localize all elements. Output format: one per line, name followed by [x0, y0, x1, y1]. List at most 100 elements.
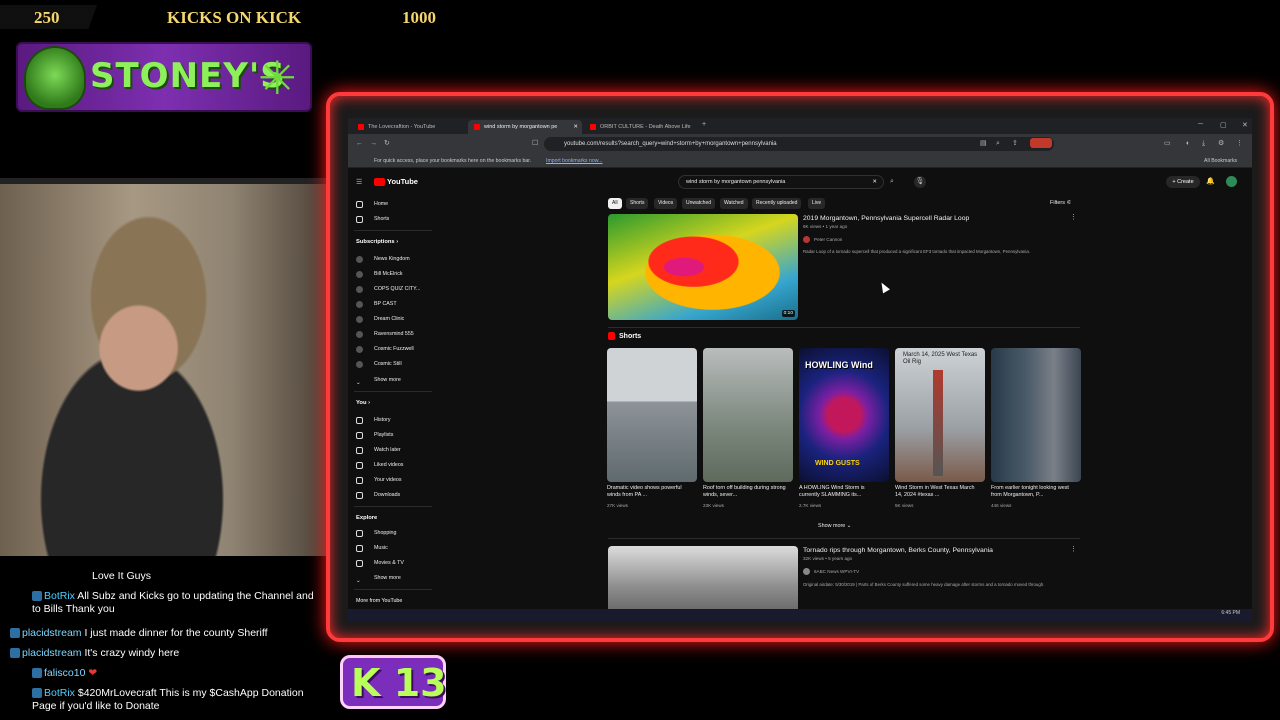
sidebar-item-shorts[interactable]: Shorts: [356, 213, 389, 225]
sidebar-item-movies[interactable]: Movies & TV: [356, 557, 404, 569]
short-title[interactable]: From earlier tonight looking west from M…: [991, 485, 1075, 499]
create-button[interactable]: + Create: [1166, 176, 1200, 188]
sidebar-item-playlists[interactable]: Playlists: [356, 429, 393, 441]
sidebar-item-music[interactable]: Music: [356, 542, 388, 554]
search-icon[interactable]: ⌕: [890, 177, 894, 187]
short-thumbnail[interactable]: HOWLING Wind WIND GUSTS: [799, 348, 889, 482]
bookmark-icon[interactable]: ☐: [532, 139, 538, 149]
close-tab-icon[interactable]: ✕: [573, 120, 578, 134]
microphone-icon[interactable]: 🎙: [914, 176, 926, 188]
subscription-item[interactable]: COPS QUIZ CITY...: [356, 283, 420, 295]
avatar[interactable]: [1226, 176, 1237, 187]
playlists-icon: [356, 432, 363, 439]
chip-live[interactable]: Live: [808, 198, 826, 209]
video-title[interactable]: 2019 Morgantown, Pennsylvania Supercell …: [803, 215, 969, 222]
browser-tab[interactable]: The Lovecraftion - YouTube: [352, 120, 466, 134]
video-thumbnail[interactable]: 0:10: [608, 214, 798, 320]
minimize-icon[interactable]: ─: [1198, 121, 1203, 128]
subscription-item[interactable]: Dream Clinic: [356, 313, 404, 325]
share-icon[interactable]: ⇪: [1012, 139, 1018, 149]
you-header[interactable]: You ›: [356, 400, 370, 406]
settings-icon[interactable]: ⚙: [1218, 139, 1224, 149]
short-thumbnail[interactable]: [703, 348, 793, 482]
back-icon[interactable]: ←: [356, 139, 363, 149]
shorts-show-more-button[interactable]: Show more ⌄: [818, 523, 851, 529]
chip-all[interactable]: All: [608, 198, 622, 209]
chip-shorts[interactable]: Shorts: [626, 198, 649, 209]
extension-badge-icon[interactable]: [1030, 138, 1052, 148]
sidebar-item-label: Downloads: [374, 492, 401, 498]
sidebar-item-home[interactable]: Home: [356, 198, 388, 210]
maximize-icon[interactable]: ▢: [1220, 121, 1227, 129]
search-input[interactable]: wind storm by morgantown pennsylvania ✕: [678, 175, 884, 189]
chip-unwatched[interactable]: Unwatched: [682, 198, 716, 209]
channel-avatar[interactable]: [803, 236, 810, 243]
more-options-icon[interactable]: ⋮: [1070, 545, 1077, 555]
forward-icon[interactable]: →: [370, 139, 377, 149]
browser-tab-active[interactable]: wind storm by morgantown pe ✕: [468, 120, 582, 134]
channel-avatar[interactable]: [803, 568, 810, 575]
sidebar-item-downloads[interactable]: Downloads: [356, 489, 400, 501]
chip-watched[interactable]: Watched: [720, 198, 748, 209]
video-meta: 6K views • 1 year ago: [803, 224, 848, 229]
sidebar-item-liked-videos[interactable]: Liked videos: [356, 459, 403, 471]
sidebar-item-watch-later[interactable]: Watch later: [356, 444, 401, 456]
menu-icon[interactable]: ⋮: [1236, 139, 1243, 149]
url-input[interactable]: youtube.com/results?search_query=wind+st…: [544, 137, 1054, 151]
subscriptions-header[interactable]: Subscriptions ›: [356, 239, 398, 245]
import-bookmarks-link[interactable]: Import bookmarks now...: [546, 154, 603, 168]
short-title[interactable]: Dramatic video shows powerful winds from…: [607, 485, 691, 499]
sidebar-explore-show-more[interactable]: ⌄ Show more: [356, 572, 401, 584]
short-title[interactable]: A HOWLING Wind Storm is currently SLAMMI…: [799, 485, 883, 499]
sidebar-toggle-icon[interactable]: ▭: [1164, 139, 1171, 149]
close-window-icon[interactable]: ✕: [1242, 121, 1248, 129]
short-thumbnail[interactable]: [607, 348, 697, 482]
filters-button[interactable]: Filters ⚟: [1050, 200, 1071, 206]
chip-recently-uploaded[interactable]: Recently uploaded: [752, 198, 802, 209]
extension-icon[interactable]: ▤: [980, 139, 987, 149]
zoom-icon[interactable]: ⌕: [996, 139, 1000, 149]
chat-message: placidstream It's crazy windy here: [10, 647, 179, 660]
short-thumbnail[interactable]: [991, 348, 1081, 482]
subscription-item[interactable]: Cosmic Still: [356, 358, 402, 370]
short-title[interactable]: Wind Storm in West Texas March 14, 2024 …: [895, 485, 979, 499]
subscription-item[interactable]: Cosmic Fuzzwell: [356, 343, 414, 355]
sidebar-item-history[interactable]: History: [356, 414, 390, 426]
sub-badge-icon: [10, 648, 20, 659]
clear-search-icon[interactable]: ✕: [872, 176, 877, 188]
sidebar-item-your-videos[interactable]: Your videos: [356, 474, 402, 486]
download-icon[interactable]: ⤓: [1202, 139, 1205, 149]
reload-icon[interactable]: ↻: [384, 139, 390, 149]
channel-avatar: [356, 301, 363, 308]
tab-label: ORBIT CULTURE - Death Above Life: [600, 124, 691, 130]
short-title[interactable]: Roof torn off building during strong win…: [703, 485, 787, 499]
history-icon: [356, 417, 363, 424]
subscription-item[interactable]: Ravensmind 555: [356, 328, 414, 340]
sidebar-item-shopping[interactable]: Shopping: [356, 527, 396, 539]
all-bookmarks-button[interactable]: All Bookmarks: [1204, 154, 1237, 168]
hamburger-menu-icon[interactable]: ☰: [356, 178, 362, 188]
channel-name[interactable]: Peter Cannon: [814, 237, 842, 242]
short-overlay-text: March 14, 2025 West Texas Oil Rig: [903, 352, 978, 365]
subscription-item[interactable]: News Kingdom: [356, 253, 410, 265]
sidebar-show-more[interactable]: ⌄ Show more: [356, 374, 401, 386]
tray-clock[interactable]: 6:45 PM: [1221, 610, 1240, 616]
video-description: Original airdate: 5/30/2019 | Parts of B…: [803, 582, 1045, 587]
more-options-icon[interactable]: ⋮: [1070, 213, 1077, 223]
chip-videos[interactable]: Videos: [654, 198, 678, 209]
notifications-icon[interactable]: 🔔: [1206, 177, 1215, 187]
video-title[interactable]: Tornado rips through Morgantown, Berks C…: [803, 547, 993, 554]
kick-count-number: 13: [393, 661, 447, 705]
chat-panel: Love It Guys BotRix All Subz and Kicks g…: [0, 560, 330, 720]
browser-tab[interactable]: ORBIT CULTURE - Death Above Life: [584, 120, 698, 134]
short-thumbnail[interactable]: March 14, 2025 West Texas Oil Rig: [895, 348, 985, 482]
channel-avatar: [356, 346, 363, 353]
bookmarks-bar: For quick access, place your bookmarks h…: [348, 154, 1252, 168]
channel-name[interactable]: 6ABC News WPVI-TV: [814, 569, 859, 574]
youtube-logo[interactable]: YouTube: [374, 177, 418, 187]
subscription-item[interactable]: BP CAST: [356, 298, 397, 310]
profile-icon[interactable]: ◐: [1186, 139, 1190, 149]
youtube-favicon-icon: [590, 124, 596, 130]
new-tab-icon[interactable]: +: [702, 121, 706, 128]
subscription-item[interactable]: Bill McElrick: [356, 268, 403, 280]
